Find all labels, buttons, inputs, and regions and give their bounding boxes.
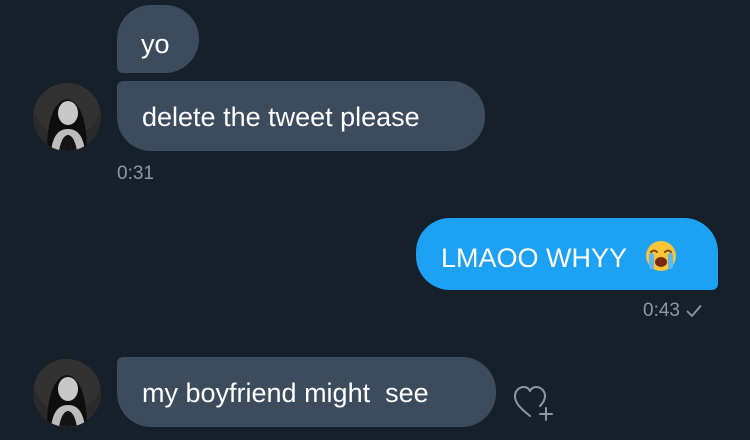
- message-text: my boyfriend might see: [142, 378, 429, 408]
- contact-avatar[interactable]: [33, 359, 101, 427]
- loudly-crying-face-emoji: [644, 239, 678, 279]
- contact-avatar[interactable]: [33, 83, 101, 151]
- message-text: yo: [141, 29, 170, 59]
- message-text: delete the tweet please: [142, 102, 420, 132]
- heart-plus-icon[interactable]: [512, 382, 560, 429]
- message-bubble-incoming[interactable]: my boyfriend might see: [117, 357, 496, 427]
- message-timestamp: 0:43: [643, 300, 702, 324]
- message-bubble-outgoing[interactable]: LMAOO WHYY: [416, 218, 718, 290]
- message-text: LMAOO WHYY: [441, 243, 627, 273]
- message-bubble-incoming[interactable]: yo: [117, 5, 199, 73]
- timestamp-text: 0:43: [643, 300, 680, 321]
- message-bubble-incoming[interactable]: delete the tweet please: [117, 81, 485, 151]
- checkmark-icon: [686, 302, 702, 324]
- message-timestamp: 0:31: [117, 163, 154, 184]
